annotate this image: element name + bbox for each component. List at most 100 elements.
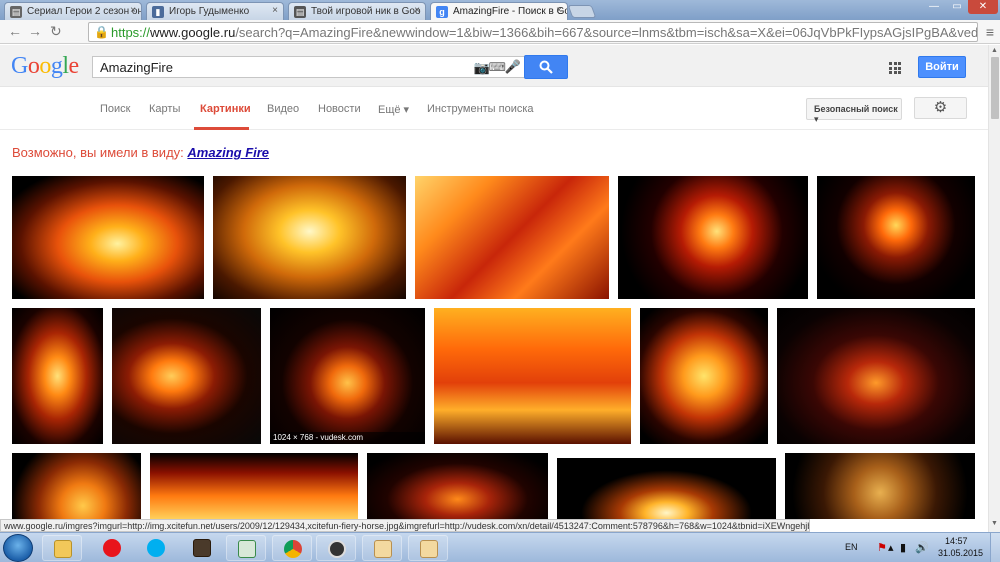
taskbar-app-character-2[interactable] xyxy=(408,535,448,561)
page-scrollbar[interactable]: ▲ ▼ xyxy=(988,45,1000,532)
image-result-fire-car[interactable] xyxy=(150,453,358,519)
taskbar-app-helmet[interactable] xyxy=(316,535,356,561)
opera-icon xyxy=(103,539,121,557)
scroll-up-icon[interactable]: ▲ xyxy=(991,47,998,54)
back-icon[interactable]: ← xyxy=(8,23,22,39)
google-header: Google AmazingFire 📷 ⌨ 🎤 Войти xyxy=(0,45,988,87)
image-result-fire-sparks[interactable] xyxy=(785,453,975,519)
app-icon xyxy=(374,540,392,558)
image-result-flames-burst[interactable] xyxy=(213,176,406,299)
keyboard-icon[interactable]: ⌨ xyxy=(489,60,506,74)
tab-title: Сериал Герои 2 сезон он xyxy=(27,6,142,17)
image-caption: 1024 × 768 - vudesk.com xyxy=(270,432,425,444)
tab-search[interactable]: Поиск xyxy=(100,103,130,115)
close-icon[interactable]: × xyxy=(556,5,562,16)
browser-tab-1[interactable]: ▤ Сериал Герои 2 сезон он × xyxy=(4,2,142,20)
taskbar-app-character[interactable] xyxy=(362,535,402,561)
image-result-fire-woman[interactable] xyxy=(112,308,261,444)
image-result-book[interactable] xyxy=(12,176,204,299)
image-result-fire-flower[interactable] xyxy=(618,176,808,299)
microphone-icon[interactable]: 🎤 xyxy=(505,59,521,75)
search-tabs: Поиск Карты Картинки Видео Новости Ещё ▾… xyxy=(0,88,988,130)
camera-icon[interactable]: 📷 xyxy=(474,60,490,76)
browser-tab-4[interactable]: g AmazingFire - Поиск в Go × xyxy=(430,2,568,21)
browser-toolbar: ← → ↻ 🔒 https://www.google.ru/search?q=A… xyxy=(0,20,1000,44)
menu-icon[interactable]: ≡ xyxy=(986,24,994,40)
tab-news[interactable]: Новости xyxy=(318,103,361,115)
lock-icon: 🔒 xyxy=(94,25,109,39)
tab-title: AmazingFire - Поиск в Go xyxy=(453,6,568,17)
taskbar-app-green[interactable] xyxy=(226,535,266,561)
app-icon xyxy=(328,540,346,558)
folder-icon xyxy=(54,540,72,558)
url-scheme: https:// xyxy=(111,25,151,40)
taskbar-opera[interactable] xyxy=(92,535,132,561)
taskbar-app[interactable] xyxy=(182,535,222,561)
logo-letter: o xyxy=(39,53,51,79)
close-window-icon[interactable]: ✕ xyxy=(968,0,998,14)
image-result-fire-waves[interactable] xyxy=(415,176,609,299)
login-button[interactable]: Войти xyxy=(918,56,966,78)
google-icon: g xyxy=(436,6,448,18)
tab-images[interactable]: Картинки xyxy=(200,103,251,115)
taskbar-chrome[interactable] xyxy=(272,535,312,561)
search-input[interactable]: AmazingFire 📷 ⌨ 🎤 xyxy=(92,56,527,78)
close-icon[interactable]: × xyxy=(272,5,278,16)
image-result-fire-horse[interactable]: 1024 × 768 - vudesk.com xyxy=(270,308,425,444)
close-icon[interactable]: × xyxy=(130,5,136,16)
browser-tab-3[interactable]: ▤ Твой игровой ник в Goo × xyxy=(288,2,426,20)
logo-letter: g xyxy=(50,53,63,79)
flag-icon[interactable]: ⚑ xyxy=(877,541,887,554)
tab-title: Игорь Гудыменко xyxy=(169,6,250,17)
scroll-down-icon[interactable]: ▼ xyxy=(991,520,998,527)
show-hidden-icon[interactable]: ▴ xyxy=(888,541,894,554)
tab-maps[interactable]: Карты xyxy=(149,103,180,115)
did-you-mean: Возможно, вы имели в виду: Amazing Fire xyxy=(12,145,269,160)
start-button[interactable] xyxy=(3,534,33,562)
maximize-icon[interactable]: ▭ xyxy=(946,0,968,14)
clock-time[interactable]: 14:57 xyxy=(945,536,968,546)
image-result-flames[interactable] xyxy=(434,308,631,444)
image-result-fire-swirls[interactable] xyxy=(777,308,975,444)
clock-date[interactable]: 31.05.2015 xyxy=(938,548,983,558)
browser-tab-2[interactable]: ▮ Игорь Гудыменко × xyxy=(146,2,284,20)
page-icon: ▤ xyxy=(10,6,22,18)
status-bar: www.google.ru/imgres?imgurl=http://img.x… xyxy=(0,519,810,532)
taskbar-skype[interactable] xyxy=(136,535,176,561)
apps-grid-icon[interactable] xyxy=(889,62,901,74)
image-result-fire-sphere[interactable] xyxy=(12,453,141,519)
tab-video[interactable]: Видео xyxy=(267,103,299,115)
scrollbar-thumb[interactable] xyxy=(991,57,999,119)
image-result-campfire[interactable] xyxy=(557,458,776,519)
volume-icon[interactable]: 🔊 xyxy=(915,541,929,554)
windows-taskbar: EN ⚑ ▴ ▮ 🔊 14:57 31.05.2015 xyxy=(0,532,1000,562)
google-logo[interactable]: Google xyxy=(11,53,79,80)
browser-tab-strip: ▤ Сериал Герои 2 сезон он × ▮ Игорь Гуды… xyxy=(0,0,1000,21)
tab-search-tools[interactable]: Инструменты поиска xyxy=(427,103,534,115)
address-bar[interactable]: 🔒 https://www.google.ru/search?q=Amazing… xyxy=(88,22,978,42)
network-icon[interactable]: ▮ xyxy=(900,541,906,554)
image-result-fire-hand[interactable] xyxy=(12,308,103,444)
settings-button[interactable]: ⚙ xyxy=(914,97,967,119)
search-button[interactable] xyxy=(524,55,568,79)
minimize-icon[interactable]: — xyxy=(922,0,946,14)
close-icon[interactable]: × xyxy=(414,5,420,16)
logo-letter: G xyxy=(11,53,28,79)
image-result-fire-star-flower[interactable] xyxy=(817,176,975,299)
tab-more[interactable]: Ещё ▾ xyxy=(378,103,409,116)
safe-search-button[interactable]: Безопасный поиск ▾ xyxy=(806,98,902,124)
image-result-fire-skull[interactable] xyxy=(640,308,768,444)
new-tab-button[interactable] xyxy=(567,5,597,18)
app-icon xyxy=(420,540,438,558)
reload-icon[interactable]: ↻ xyxy=(50,23,62,40)
tab-title: Твой игровой ник в Goo xyxy=(311,6,421,17)
did-you-mean-link[interactable]: Amazing Fire xyxy=(187,145,269,160)
app-icon xyxy=(193,539,211,557)
forward-icon[interactable]: → xyxy=(28,23,42,39)
logo-letter: e xyxy=(68,53,80,79)
taskbar-explorer[interactable] xyxy=(42,535,82,561)
language-indicator[interactable]: EN xyxy=(845,542,858,552)
show-desktop-button[interactable] xyxy=(990,533,1000,562)
image-result-fire-figure[interactable] xyxy=(367,453,548,519)
did-you-mean-prefix: Возможно, вы имели в виду: xyxy=(12,145,184,160)
